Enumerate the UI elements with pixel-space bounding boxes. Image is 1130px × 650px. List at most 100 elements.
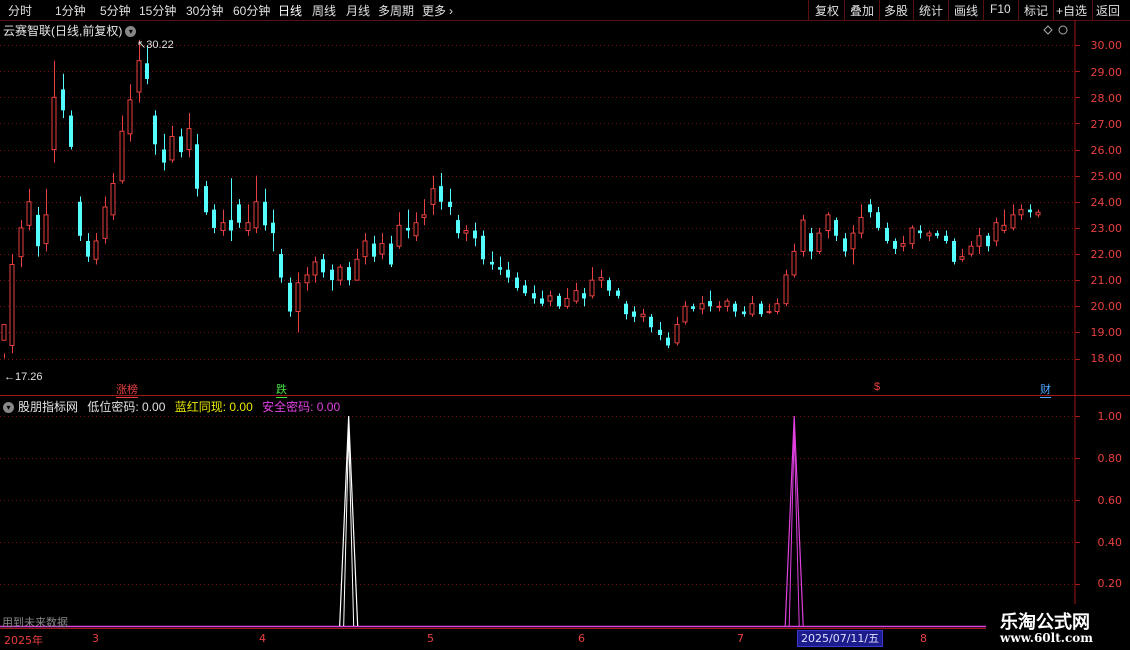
candle-body (195, 144, 199, 189)
event-marker-dollar[interactable]: $ (874, 381, 880, 393)
candle (716, 301, 722, 312)
high-price-value: 30.22 (146, 39, 174, 51)
candle (816, 227, 822, 255)
low-price-value: 17.26 (15, 371, 43, 383)
candle (295, 272, 301, 333)
candle (843, 233, 847, 257)
candle-body (993, 222, 999, 242)
price-axis-label: 30.00 (1090, 39, 1123, 52)
candle-body (186, 128, 192, 151)
candle (724, 298, 730, 312)
candle (396, 212, 402, 249)
candle (909, 225, 915, 249)
candle-body (321, 259, 325, 273)
indicator-pulse-inner (343, 429, 355, 627)
candle-body (220, 222, 226, 232)
indicator-axis-label: 0.20 (1097, 577, 1123, 590)
candle-body (573, 290, 579, 302)
candle-body (742, 311, 746, 315)
candle-body (766, 311, 772, 314)
indicator-value-low-code: 低位密码: 0.00 (87, 400, 166, 414)
indicator-axis-label: 0.80 (1097, 452, 1123, 465)
candle (51, 60, 57, 163)
candle-body (379, 243, 385, 255)
candle (93, 233, 99, 265)
time-axis-label: 5 (427, 632, 434, 645)
candle-body (564, 297, 570, 307)
candle (421, 199, 427, 226)
candle (640, 308, 646, 322)
candle-body (733, 303, 737, 312)
candle-body (347, 267, 351, 281)
event-marker-limit-down[interactable]: 跌 (276, 381, 287, 398)
candle (850, 225, 856, 265)
candle (279, 248, 283, 283)
candle-body (944, 235, 948, 241)
candle-body (330, 269, 334, 281)
candle (204, 180, 208, 215)
watermark-url: www.60lt.com (1000, 631, 1093, 645)
candle-body (876, 212, 880, 228)
candle-body (640, 313, 646, 318)
time-axis-label: 2025年 (4, 634, 43, 647)
candle-body (1010, 214, 1016, 229)
chevron-down-icon[interactable]: ▾ (3, 402, 14, 414)
watermark: 乐淘公式网 www.60lt.com (986, 604, 1130, 650)
candle (607, 277, 611, 296)
price-axis-label: 22.00 (1090, 248, 1123, 261)
price-axis-label: 25.00 (1090, 170, 1123, 183)
candle (473, 222, 477, 247)
candle (153, 110, 157, 155)
candle (589, 267, 595, 299)
candle-body (540, 298, 544, 304)
candle (658, 321, 662, 341)
price-axis-label: 29.00 (1090, 66, 1123, 79)
candle-body (498, 267, 502, 270)
candle (783, 269, 789, 307)
candle (791, 243, 797, 278)
kline-chart[interactable] (0, 0, 1130, 650)
price-axis-label: 19.00 (1090, 326, 1123, 339)
candle-body (93, 240, 99, 260)
candle-body (1018, 209, 1024, 216)
candle-body (893, 240, 897, 249)
candle-body (716, 305, 722, 308)
event-marker-limit-up[interactable]: 涨榜 (116, 381, 138, 398)
event-marker-finance[interactable]: 财 (1040, 381, 1051, 398)
candle-body (774, 303, 780, 313)
candle (691, 303, 695, 312)
candle-body (36, 214, 40, 247)
time-axis-label: 3 (92, 632, 99, 645)
future-data-notice: 用到未来数据 (2, 617, 68, 629)
candle-body (506, 269, 510, 278)
price-axis-label: 24.00 (1090, 196, 1123, 209)
candle (372, 235, 376, 262)
candle (86, 233, 90, 262)
candle-body (263, 201, 267, 226)
candle-body (145, 63, 149, 79)
candle (564, 288, 570, 309)
frame-layer (0, 20, 1130, 630)
candle-body (959, 256, 965, 260)
candle-body (463, 230, 469, 234)
candle-body (456, 220, 460, 234)
candle (699, 295, 705, 315)
candle-body (791, 250, 797, 276)
candle (868, 199, 872, 218)
candle (389, 235, 393, 268)
candle-body (169, 135, 175, 161)
price-axis-label: 23.00 (1090, 222, 1123, 235)
candle (540, 290, 544, 307)
candle (515, 272, 519, 291)
candle-body (448, 201, 452, 208)
candle (876, 207, 880, 231)
candle-body (473, 230, 477, 239)
candle-body (557, 295, 561, 307)
candle-body (153, 115, 157, 145)
candle-body (598, 277, 604, 281)
candle-body (783, 274, 789, 305)
candle-body (699, 303, 705, 310)
candle-body (1, 324, 7, 341)
chevron-down-icon[interactable]: ▾ (125, 26, 137, 38)
candle-body (421, 214, 427, 218)
